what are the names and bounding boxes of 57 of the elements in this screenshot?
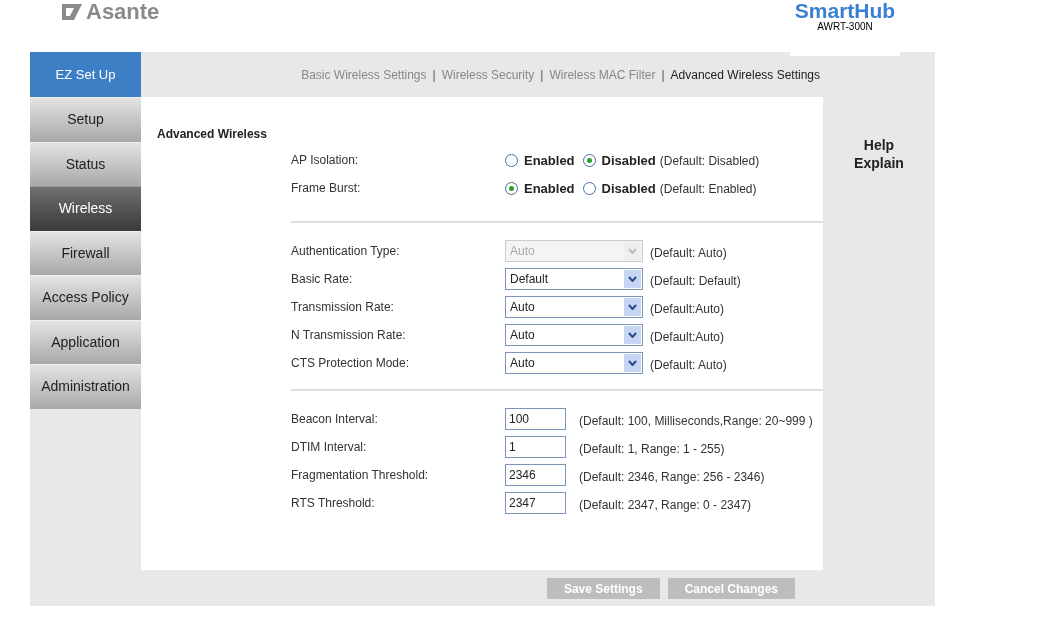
radio-label: Disabled [601,180,656,198]
logo-text: Asante [86,1,160,23]
default-note: (Default: 2346, Range: 256 - 2346) [579,469,765,486]
default-note: (Default: 2347, Range: 0 - 2347) [579,497,752,514]
default-note: (Default: Auto) [650,357,727,374]
field-label: Authentication Type: [291,243,401,260]
sidebar-item[interactable]: Status [30,141,141,186]
input-field[interactable]: 1 [505,436,566,458]
model-name: AWRT-300N [817,22,873,32]
default-note: (Default: Disabled) [659,152,760,170]
sidebar-item[interactable]: Application [30,319,141,364]
dropdown[interactable]: Auto [505,324,643,346]
default-note: (Default: 1, Range: 1 - 255) [579,441,725,458]
ez-setup-button[interactable]: EZ Set Up [30,52,141,97]
field-label: RTS Threshold: [291,495,376,512]
default-note: (Default:Auto) [650,329,725,346]
sidebar-item[interactable]: Setup [30,97,141,142]
field-label: Basic Rate: [291,271,354,288]
subtab-link[interactable]: Advanced Wireless Settings [670,65,820,84]
dropdown[interactable]: Default [505,268,643,290]
input-field[interactable]: 2346 [505,464,566,486]
radio-label: Enabled [524,180,575,198]
radio-button[interactable] [505,182,518,196]
default-note: (Default: Auto) [650,245,727,262]
sidebar-item[interactable]: Wireless [30,186,141,231]
default-note: (Default: Default) [650,273,741,290]
radio-label: Disabled [601,152,656,170]
field-label: Fragmentation Threshold: [291,467,430,484]
input-field[interactable]: 100 [505,408,566,430]
field-label: DTIM Interval: [291,439,368,456]
sidebar-item[interactable]: Firewall [30,230,141,275]
field-label: CTS Protection Mode: [291,355,411,372]
radio-button[interactable] [582,154,596,168]
field-label: Beacon Interval: [291,411,379,428]
default-note: (Default:Auto) [650,301,725,318]
radio-button[interactable] [582,182,596,196]
dropdown[interactable]: Auto [505,296,643,318]
sidebar-item[interactable]: Access Policy [30,275,141,320]
help-title: Help [863,136,895,154]
tab-separator: | [661,66,665,84]
product-name: SmartHub [794,0,896,22]
sidebar-item[interactable]: Administration [30,364,141,409]
field-label: Frame Burst: [291,180,362,197]
default-note: (Default: 100, Milliseconds,Range: 20~999 ) [579,413,813,430]
field-label: N Transmission Rate: [291,327,407,344]
default-note: (Default: Enabled) [659,180,757,198]
radio-label: Enabled [524,152,575,170]
field-label: Transmission Rate: [291,299,395,316]
tab-separator: | [540,66,544,84]
tab-separator: | [432,66,436,84]
logo-icon [62,4,82,20]
field-label: AP Isolation: [291,152,360,169]
dropdown[interactable]: Auto [505,352,643,374]
explain-link[interactable]: Explain [854,154,904,172]
section-title: Advanced Wireless [157,126,268,143]
input-field[interactable]: 2347 [505,492,566,514]
radio-button[interactable] [505,154,518,168]
